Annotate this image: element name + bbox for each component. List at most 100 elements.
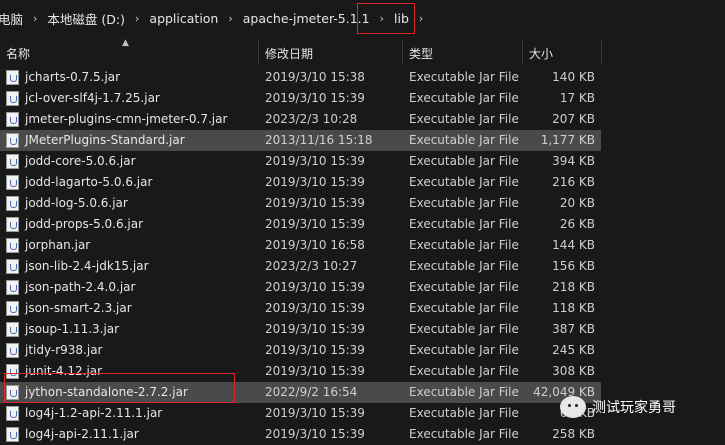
file-date: 2019/3/10 15:39 [265,196,365,210]
file-type: Executable Jar File [409,112,519,126]
file-row[interactable]: log4j-api-2.11.1.jar 2019/3/10 15:39 Exe… [0,424,725,445]
column-header: 名称 修改日期 类型 大小 [0,36,725,67]
jar-file-icon [6,196,19,211]
column-divider[interactable] [522,40,523,65]
file-name: jodd-log-5.0.6.jar [25,196,128,210]
file-date: 2023/2/3 10:28 [265,112,358,126]
file-row[interactable]: jtidy-r938.jar 2019/3/10 15:39 Executabl… [0,340,725,361]
breadcrumb-item-computer[interactable]: 电脑 [0,9,23,28]
file-date: 2019/3/10 15:39 [265,301,365,315]
file-size: 218 KB [552,280,595,294]
file-row[interactable]: jodd-lagarto-5.0.6.jar 2019/3/10 15:39 E… [0,172,725,193]
jar-file-icon [6,406,19,421]
file-date: 2019/3/10 15:39 [265,175,365,189]
file-type: Executable Jar File [409,196,519,210]
jar-file-icon [6,343,19,358]
file-size: 216 KB [552,175,595,189]
file-row[interactable]: jcharts-0.7.5.jar 2019/3/10 15:38 Execut… [0,67,725,88]
file-name: jodd-core-5.0.6.jar [25,154,136,168]
jar-file-icon [6,112,19,127]
file-row[interactable]: json-smart-2.3.jar 2019/3/10 15:39 Execu… [0,298,725,319]
file-date: 2019/3/10 15:39 [265,427,365,441]
file-name: json-lib-2.4-jdk15.jar [25,259,149,273]
jar-file-icon [6,427,19,442]
column-header-name[interactable]: 名称 [6,36,30,67]
column-divider[interactable] [258,40,259,65]
file-name: jcl-over-slf4j-1.7.25.jar [25,91,160,105]
file-size: 118 KB [552,301,595,315]
file-size: 1,177 KB [540,133,595,147]
file-row[interactable]: json-lib-2.4-jdk15.jar 2023/2/3 10:27 Ex… [0,256,725,277]
file-date: 2023/2/3 10:27 [265,259,358,273]
column-header-date[interactable]: 修改日期 [265,36,313,67]
jar-file-icon [6,133,19,148]
file-name: jcharts-0.7.5.jar [25,70,121,84]
file-name: log4j-1.2-api-2.11.1.jar [25,406,163,420]
file-row[interactable]: jodd-core-5.0.6.jar 2019/3/10 15:39 Exec… [0,151,725,172]
jar-file-icon [6,301,19,316]
file-row-selected[interactable]: JMeterPlugins-Standard.jar 2013/11/16 15… [0,130,725,151]
breadcrumb-item-drive-d[interactable]: 本地磁盘 (D:) [47,9,125,28]
file-size: 258 KB [552,427,595,441]
file-type: Executable Jar File [409,385,519,399]
breadcrumb-item-application[interactable]: application [149,11,218,26]
annotation-box-lib [357,3,415,34]
file-row[interactable]: jcl-over-slf4j-1.7.25.jar 2019/3/10 15:3… [0,88,725,109]
file-name: jodd-lagarto-5.0.6.jar [25,175,153,189]
file-size: 20 KB [559,196,595,210]
sort-ascending-icon: ▲ [122,38,129,48]
column-header-type[interactable]: 类型 [409,36,433,67]
file-size: 144 KB [552,238,595,252]
file-type: Executable Jar File [409,301,519,315]
file-date: 2019/3/10 15:39 [265,154,365,168]
jar-file-icon [6,322,19,337]
chevron-right-icon[interactable]: › [218,12,242,25]
file-type: Executable Jar File [409,280,519,294]
file-name: log4j-api-2.11.1.jar [25,427,139,441]
file-size: 387 KB [552,322,595,336]
file-date: 2019/3/10 15:39 [265,343,365,357]
file-type: Executable Jar File [409,154,519,168]
file-size: 17 KB [559,91,595,105]
chevron-right-icon[interactable]: › [125,12,149,25]
file-size: 394 KB [552,154,595,168]
breadcrumb-item-jmeter[interactable]: apache-jmeter-5.1.1 [243,11,370,26]
chevron-right-icon[interactable]: › [23,12,47,25]
file-row[interactable]: jodd-log-5.0.6.jar 2019/3/10 15:39 Execu… [0,193,725,214]
file-type: Executable Jar File [409,364,519,378]
file-date: 2019/3/10 15:39 [265,322,365,336]
column-header-size[interactable]: 大小 [529,36,553,67]
file-type: Executable Jar File [409,70,519,84]
file-type: Executable Jar File [409,406,519,420]
file-type: Executable Jar File [409,91,519,105]
file-size: 207 KB [552,112,595,126]
file-row[interactable]: json-path-2.4.0.jar 2019/3/10 15:39 Exec… [0,277,725,298]
jar-file-icon [6,280,19,295]
jar-file-icon [6,91,19,106]
file-type: Executable Jar File [409,322,519,336]
file-size: 140 KB [552,70,595,84]
column-divider[interactable] [402,40,403,65]
file-row[interactable]: jsoup-1.11.3.jar 2019/3/10 15:39 Executa… [0,319,725,340]
wechat-logo-icon [560,396,586,418]
annotation-box-jython [4,373,235,403]
watermark-text: 测试玩家勇哥 [592,400,676,416]
file-name: jsoup-1.11.3.jar [25,322,120,336]
file-row[interactable]: jodd-props-5.0.6.jar 2019/3/10 15:39 Exe… [0,214,725,235]
jar-file-icon [6,238,19,253]
file-row[interactable]: jorphan.jar 2019/3/10 16:58 Executable J… [0,235,725,256]
file-date: 2019/3/10 16:58 [265,238,365,252]
jar-file-icon [6,175,19,190]
file-row[interactable]: jmeter-plugins-cmn-jmeter-0.7.jar 2023/2… [0,109,725,130]
column-divider[interactable] [601,40,602,65]
file-date: 2019/3/10 15:39 [265,406,365,420]
file-size: 156 KB [552,259,595,273]
file-name: json-path-2.4.0.jar [25,280,136,294]
file-type: Executable Jar File [409,175,519,189]
jar-file-icon [6,154,19,169]
file-size: 308 KB [552,364,595,378]
file-type: Executable Jar File [409,427,519,441]
file-name: jorphan.jar [25,238,91,252]
file-size: 26 KB [559,217,595,231]
file-type: Executable Jar File [409,259,519,273]
